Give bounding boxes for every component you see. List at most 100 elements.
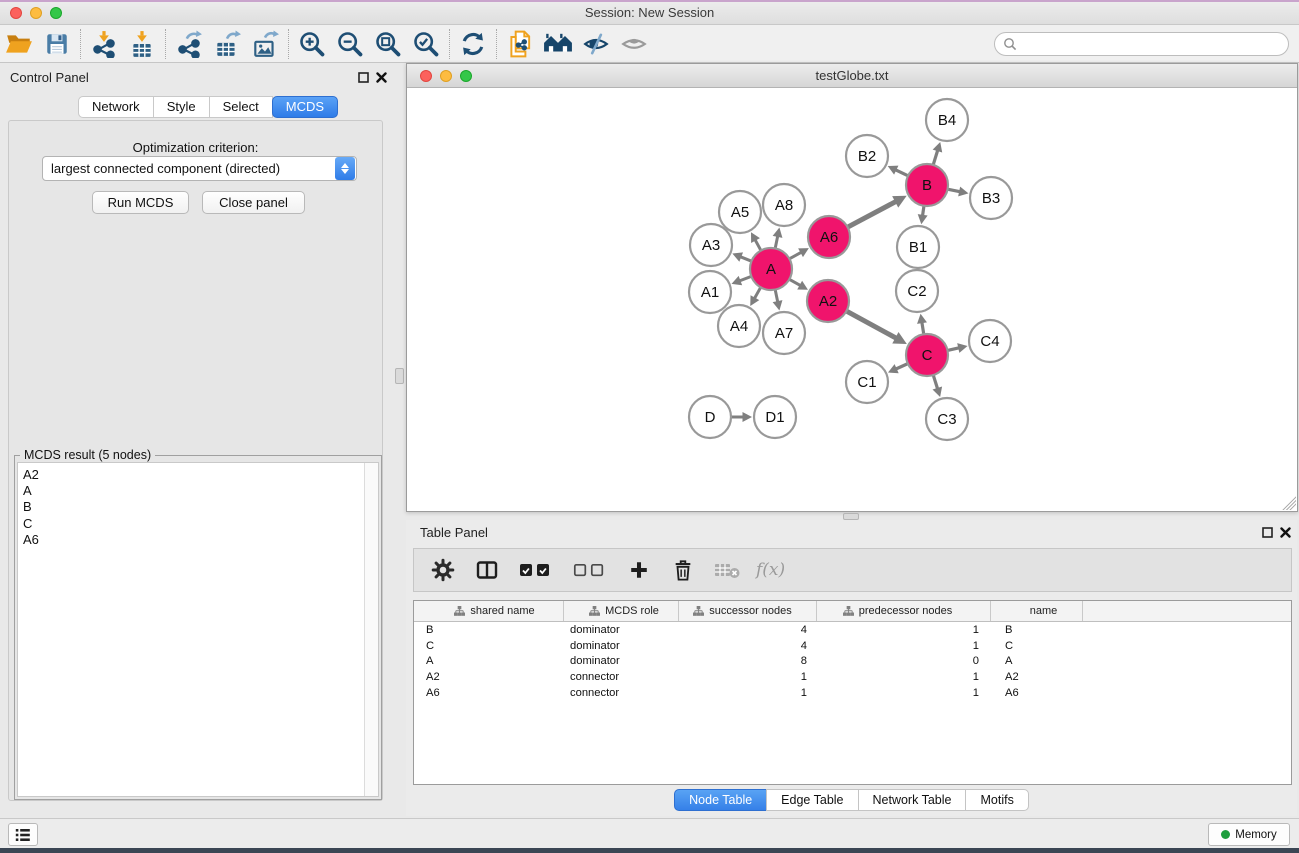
table-row-a[interactable]: Adominator80A [414,653,1291,669]
float-panel-icon[interactable] [356,71,370,84]
network-canvas[interactable]: AA1A2A3A4A5A6A7A8BB1B2B3B4CC1C2C3C4DD1 [407,88,1297,511]
graph-node-B4[interactable]: B4 [926,99,968,141]
edge-A-A4[interactable] [754,287,761,299]
save-session-icon[interactable] [38,28,76,60]
graph-node-C3[interactable]: C3 [926,398,968,440]
cell[interactable]: 1 [817,624,991,636]
graph-node-C4[interactable]: C4 [969,320,1011,362]
edge-A-A2[interactable] [789,279,801,286]
export-image-icon[interactable] [246,28,284,60]
cell[interactable]: B [414,624,564,636]
hide-graphics-details-icon[interactable] [577,28,615,60]
graph-node-A7[interactable]: A7 [763,312,805,354]
cell[interactable]: A6 [414,687,564,699]
vertical-split-handle[interactable] [395,368,404,384]
search-field[interactable] [994,32,1289,56]
table-row-a6[interactable]: A6connector11A6 [414,685,1291,701]
edge-A2-C[interactable] [846,311,897,339]
tab-edge-table[interactable]: Edge Table [766,789,858,811]
export-table-icon[interactable] [208,28,246,60]
column-header-predecessor-nodes[interactable]: predecessor nodes [817,601,991,621]
cell[interactable]: B [991,624,1083,636]
cell[interactable]: 8 [679,655,817,667]
refresh-icon[interactable] [454,28,492,60]
column-header-name[interactable]: name [991,601,1083,621]
cell[interactable]: 4 [679,624,817,636]
cell[interactable]: A6 [991,687,1083,699]
list-scrollbar[interactable] [364,463,378,796]
zoom-out-icon[interactable] [331,28,369,60]
cell[interactable]: C [414,640,564,652]
tab-style[interactable]: Style [153,96,210,118]
graph-node-C[interactable]: C [906,334,948,376]
split-table-icon[interactable] [472,555,502,585]
open-cyndex-icon[interactable] [539,28,577,60]
graph-node-B[interactable]: B [906,164,948,206]
cell[interactable]: A2 [991,671,1083,683]
edge-C-C1[interactable] [895,364,908,370]
graph-node-A3[interactable]: A3 [690,224,732,266]
cell[interactable]: A [414,655,564,667]
graph-node-D[interactable]: D [689,396,731,438]
float-table-panel-icon[interactable] [1260,526,1274,539]
edge-A-A6[interactable] [789,252,802,259]
resize-grip-icon[interactable] [1282,496,1296,510]
graph-node-A4[interactable]: A4 [718,305,760,347]
cell[interactable]: 4 [679,640,817,652]
zoom-fit-icon[interactable] [369,28,407,60]
graph-node-A6[interactable]: A6 [808,216,850,258]
result-item-a[interactable]: A [23,483,364,499]
close-panel-button[interactable]: Close panel [202,191,305,214]
graph-node-B3[interactable]: B3 [970,177,1012,219]
close-panel-icon[interactable] [374,71,388,84]
mcds-result-list[interactable]: A2ABCA6 [17,462,379,797]
run-mcds-button[interactable]: Run MCDS [92,191,189,214]
graph-node-A5[interactable]: A5 [719,191,761,233]
delete-table-icon[interactable] [712,555,742,585]
zoom-selected-icon[interactable] [407,28,445,60]
tab-mcds[interactable]: MCDS [272,96,338,118]
tab-network-table[interactable]: Network Table [858,789,967,811]
graph-node-A2[interactable]: A2 [807,280,849,322]
tab-network[interactable]: Network [78,96,154,118]
zoom-in-icon[interactable] [293,28,331,60]
cell[interactable]: A2 [414,671,564,683]
edge-A6-B[interactable] [848,201,897,227]
tab-select[interactable]: Select [209,96,273,118]
tab-motifs[interactable]: Motifs [965,789,1028,811]
result-item-a6[interactable]: A6 [23,532,364,548]
delete-entry-icon[interactable] [668,555,698,585]
graph-node-A1[interactable]: A1 [689,271,731,313]
cell[interactable]: 0 [817,655,991,667]
edge-A-A7[interactable] [775,290,778,304]
column-header-successor-nodes[interactable]: successor nodes [679,601,817,621]
criterion-select[interactable]: largest connected component (directed) [42,156,357,181]
memory-button[interactable]: Memory [1208,823,1290,846]
network-window-titlebar[interactable]: testGlobe.txt [407,64,1297,88]
tab-node-table[interactable]: Node Table [674,789,767,811]
cell[interactable]: 1 [817,687,991,699]
import-table-icon[interactable] [123,28,161,60]
result-item-a2[interactable]: A2 [23,467,364,483]
cell[interactable]: dominator [564,655,679,667]
cell[interactable]: 1 [817,640,991,652]
duplicate-network-icon[interactable] [501,28,539,60]
open-session-icon[interactable] [0,28,38,60]
import-network-icon[interactable] [85,28,123,60]
cell[interactable]: A [991,655,1083,667]
graph-node-B2[interactable]: B2 [846,135,888,177]
edge-B-B4[interactable] [933,149,938,165]
search-input[interactable] [1017,34,1288,54]
select-all-icon[interactable] [516,555,556,585]
cell[interactable]: dominator [564,624,679,636]
function-builder-icon[interactable]: f(x) [756,560,785,580]
graph-node-A[interactable]: A [750,248,792,290]
column-header-mcds-role[interactable]: MCDS role [564,601,679,621]
result-item-c[interactable]: C [23,516,364,532]
cell[interactable]: dominator [564,640,679,652]
edge-A-A8[interactable] [775,235,778,249]
cell[interactable]: 1 [817,671,991,683]
edge-C-C3[interactable] [933,375,938,390]
table-row-a2[interactable]: A2connector11A2 [414,669,1291,685]
task-history-button[interactable] [8,823,38,846]
